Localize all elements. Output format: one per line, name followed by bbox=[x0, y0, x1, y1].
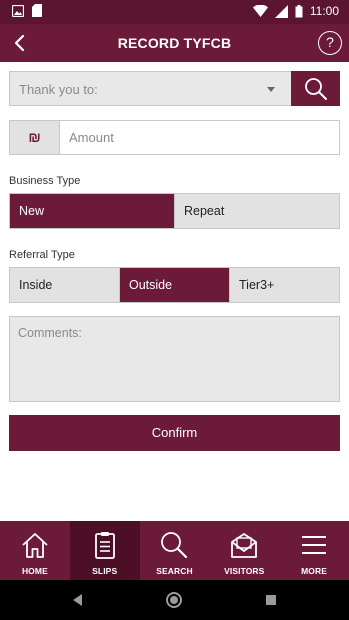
thank-you-dropdown[interactable]: Thank you to: bbox=[9, 71, 292, 106]
tab-home-label: HOME bbox=[21, 566, 48, 576]
business-type-repeat[interactable]: Repeat bbox=[175, 194, 339, 228]
tab-home[interactable]: HOME bbox=[0, 521, 70, 580]
page-title: RECORD TYFCB bbox=[117, 35, 232, 51]
menu-icon bbox=[302, 536, 327, 554]
tab-slips[interactable]: SLIPS bbox=[69, 521, 140, 580]
tab-more-label: MORE bbox=[301, 566, 328, 576]
app-bar: RECORD TYFCB ? bbox=[0, 24, 349, 62]
tab-search-label: SEARCH bbox=[156, 566, 193, 576]
referral-type-selector: Inside Outside Tier3+ bbox=[9, 267, 340, 303]
clock: 11:00 bbox=[309, 4, 339, 18]
battery-icon bbox=[295, 4, 303, 17]
business-type-new[interactable]: New bbox=[10, 194, 175, 228]
signal-icon bbox=[274, 4, 288, 18]
amount-input[interactable] bbox=[61, 121, 339, 154]
tab-visitors-label: VISITORS bbox=[224, 566, 265, 576]
envelope-icon bbox=[231, 533, 258, 558]
chevron-down-icon bbox=[267, 87, 275, 92]
business-type-label: Business Type bbox=[9, 175, 81, 187]
system-navigation-bar bbox=[0, 580, 349, 620]
tab-visitors[interactable]: VISITORS bbox=[209, 521, 279, 580]
thank-you-row: Thank you to: bbox=[9, 71, 340, 106]
currency-symbol: ₪ bbox=[10, 121, 60, 154]
status-bar: 11:00 bbox=[0, 0, 349, 24]
system-back-icon[interactable] bbox=[73, 594, 82, 606]
member-search-button[interactable] bbox=[291, 71, 340, 106]
help-icon[interactable]: ? bbox=[318, 31, 342, 55]
image-notification-icon bbox=[12, 4, 24, 17]
referral-type-outside[interactable]: Outside bbox=[120, 268, 230, 302]
search-icon bbox=[305, 78, 327, 100]
business-type-selector: New Repeat bbox=[9, 193, 340, 229]
referral-type-tier3[interactable]: Tier3+ bbox=[230, 268, 339, 302]
system-home-icon[interactable] bbox=[166, 592, 182, 608]
referral-type-label: Referral Type bbox=[9, 249, 75, 261]
referral-type-inside[interactable]: Inside bbox=[10, 268, 120, 302]
bottom-tab-bar: HOME SLIPS SEARCH VISITORS MORE bbox=[0, 521, 349, 580]
clipboard-icon bbox=[94, 532, 115, 559]
sd-card-icon bbox=[32, 4, 42, 17]
system-recents-icon[interactable] bbox=[266, 595, 276, 605]
confirm-button[interactable]: Confirm bbox=[9, 415, 340, 451]
wifi-icon bbox=[252, 5, 268, 17]
search-icon bbox=[161, 532, 188, 559]
tab-more[interactable]: MORE bbox=[279, 521, 349, 580]
amount-row: ₪ bbox=[9, 120, 340, 155]
comments-field[interactable] bbox=[9, 316, 340, 402]
thank-you-placeholder: Thank you to: bbox=[19, 82, 98, 97]
home-icon bbox=[22, 533, 48, 558]
tab-slips-label: SLIPS bbox=[92, 566, 118, 576]
tab-search[interactable]: SEARCH bbox=[140, 521, 210, 580]
